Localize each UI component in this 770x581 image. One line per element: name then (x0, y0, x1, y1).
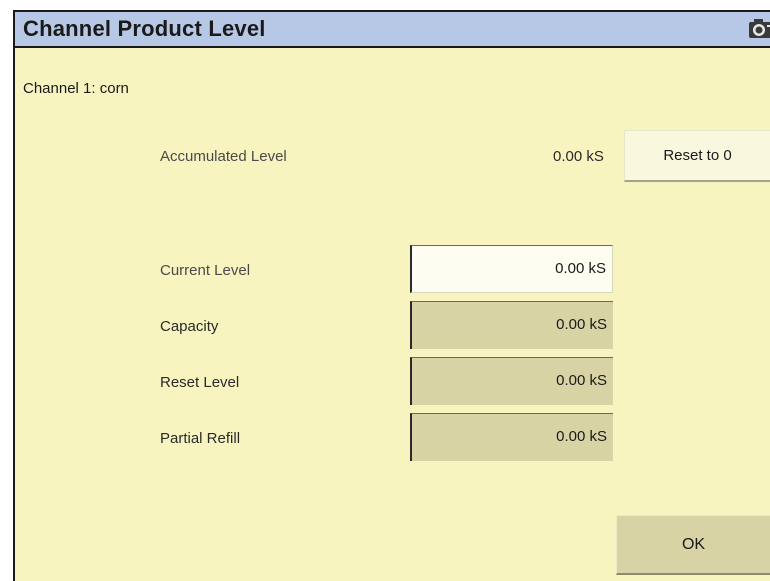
accumulated-level-label: Accumulated Level (160, 148, 287, 165)
capacity-label: Capacity (160, 318, 219, 335)
partial-refill-field[interactable]: 0.00 kS (410, 413, 613, 461)
current-level-field[interactable]: 0.00 kS (410, 245, 613, 293)
current-level-label: Current Level (160, 262, 251, 279)
accumulated-level-value: 0.00 kS (553, 148, 604, 165)
partial-refill-label: Partial Refill (160, 430, 241, 447)
capacity-field[interactable]: 0.00 kS (410, 301, 613, 349)
channel-product-level-dialog: Channel Product Level Channel 1: corn Ac… (13, 10, 770, 581)
reset-to-zero-button[interactable]: Reset to 0 (624, 130, 770, 182)
ok-button[interactable]: OK (616, 515, 770, 575)
title-bar: Channel Product Level (15, 12, 770, 48)
camera-icon[interactable] (746, 17, 770, 41)
reset-level-field[interactable]: 0.00 kS (410, 357, 613, 405)
dialog-title: Channel Product Level (23, 16, 266, 41)
reset-level-label: Reset Level (160, 374, 240, 391)
channel-label: Channel 1: corn (23, 80, 129, 97)
